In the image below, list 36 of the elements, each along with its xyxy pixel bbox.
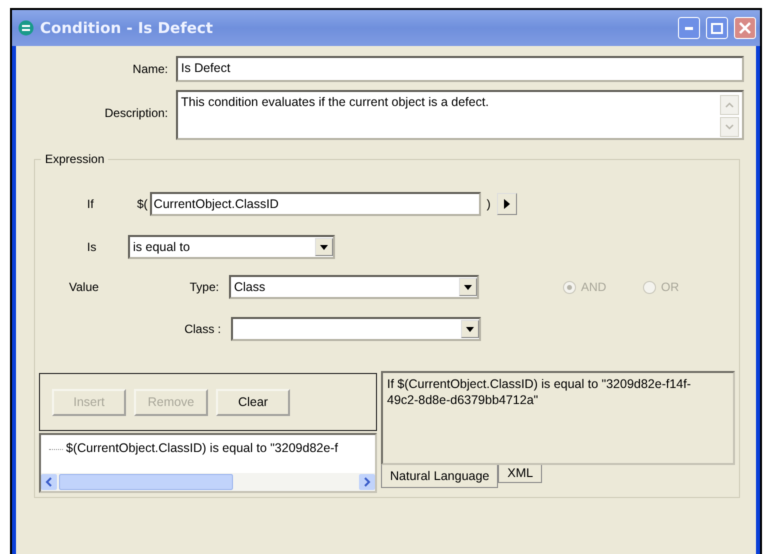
window-title: Condition - Is Defect — [40, 19, 214, 37]
minimize-icon — [685, 26, 693, 30]
maximize-icon — [711, 22, 723, 34]
play-icon — [504, 199, 510, 209]
paren-text: $( — [137, 197, 148, 211]
field-label: Class : — [183, 322, 221, 336]
operator-dropdown[interactable]: is equal to — [128, 235, 335, 259]
caret-icon[interactable] — [320, 244, 328, 250]
insert-field-button[interactable] — [496, 193, 517, 215]
scroll-right-icon[interactable] — [359, 474, 375, 490]
class-dropdown[interactable] — [231, 317, 481, 341]
field-label: If — [87, 197, 95, 211]
maximize-button[interactable] — [706, 17, 728, 39]
name-field[interactable]: Is Defect — [176, 56, 744, 82]
app-icon — [18, 20, 34, 36]
field-label: Name: — [132, 62, 168, 76]
field-label: Description: — [104, 106, 168, 120]
close-button[interactable] — [734, 17, 756, 39]
view-tab[interactable]: Natural Language — [381, 465, 498, 488]
type-dropdown[interactable]: Class — [229, 275, 479, 299]
paren-text: ) — [486, 197, 491, 211]
tree-item[interactable]: $(CurrentObject.ClassID) is equal to "3209d82e-f — [66, 441, 338, 473]
view-tab[interactable]: XML — [498, 465, 542, 483]
field-label: Is — [87, 240, 98, 254]
caret-icon[interactable] — [466, 326, 474, 332]
scroll-left-icon[interactable] — [41, 474, 57, 490]
minimize-button[interactable] — [678, 17, 700, 39]
field-label: Value — [69, 280, 100, 294]
if-field[interactable]: CurrentObject.ClassID — [150, 192, 481, 216]
field-label: Type: — [188, 280, 219, 294]
close-icon — [739, 22, 751, 34]
action-button[interactable]: Clear — [216, 388, 290, 416]
natural-language-text: If $(CurrentObject.ClassID) is equal to "3209d82e-f14f-49c2-8d8e-d6379bb4712a" — [381, 371, 735, 465]
horizontal-scrollbar[interactable] — [41, 473, 375, 491]
group-title: Expression — [44, 152, 106, 166]
caret-icon[interactable] — [464, 284, 472, 290]
